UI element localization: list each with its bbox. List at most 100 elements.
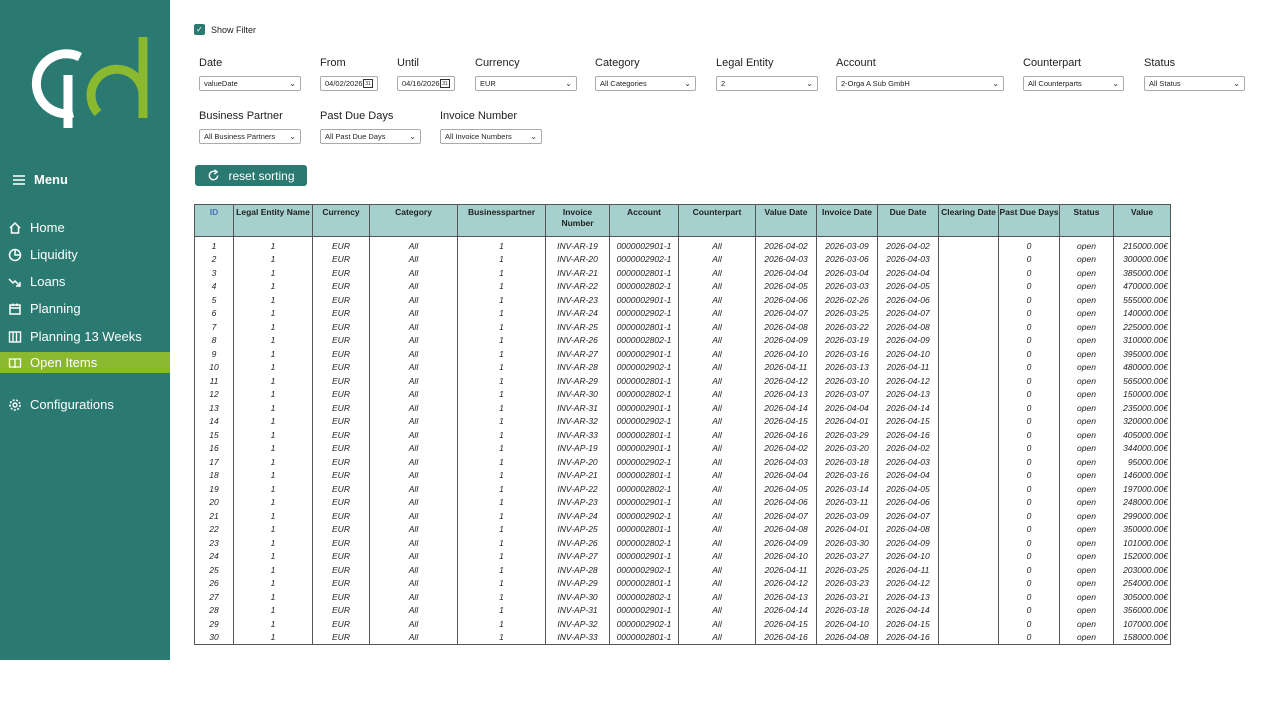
table-row[interactable]: 16 1 EUR All 1 INV-AP-19 0000002901-1 All 2026-0…: [194, 442, 1171, 456]
invoice-number-select[interactable]: All Invoice Numbers ⌄: [440, 129, 542, 144]
column-header[interactable]: Clearing Date: [938, 204, 999, 237]
table-row[interactable]: 8 1 EUR All 1 INV-AR-26 0000002802-1 All 2026-04…: [194, 334, 1171, 348]
table-row[interactable]: 4 1 EUR All 1 INV-AR-22 0000002802-1 All 2026-04…: [194, 280, 1171, 294]
column-header[interactable]: Businesspartner: [457, 204, 546, 237]
table-cell: All: [678, 401, 756, 415]
status-select[interactable]: All Status ⌄: [1144, 76, 1245, 91]
nav-item-loans[interactable]: Loans: [0, 271, 170, 292]
column-header[interactable]: ID: [194, 204, 234, 237]
table-cell: 2026-04-02: [877, 442, 939, 456]
table-row[interactable]: 27 1 EUR All 1 INV-AP-30 0000002802-1 All 2026-0…: [194, 590, 1171, 604]
table-row[interactable]: 30 1 EUR All 1 INV-AP-33 0000002801-1 All 2026-0…: [194, 631, 1171, 645]
until-date-input[interactable]: 04/16/2026 31: [397, 76, 455, 91]
column-header[interactable]: Account: [609, 204, 679, 237]
table-cell: INV-AR-32: [545, 415, 610, 429]
column-header[interactable]: Legal Entity Name: [233, 204, 313, 237]
show-filter-toggle[interactable]: ✓ Show Filter: [194, 24, 256, 35]
table-row[interactable]: 24 1 EUR All 1 INV-AP-27 0000002901-1 All 2026-0…: [194, 550, 1171, 564]
table-cell: 0000002802-1: [609, 590, 679, 604]
table-row[interactable]: 12 1 EUR All 1 INV-AR-30 0000002802-1 All 2026-0…: [194, 388, 1171, 402]
table-cell: 2026-04-08: [755, 320, 817, 334]
table-cell: 320000.00€: [1113, 415, 1171, 429]
table-cell: INV-AP-31: [545, 604, 610, 618]
table-cell: 0000002901-1: [609, 496, 679, 510]
column-header[interactable]: Invoice Date: [816, 204, 878, 237]
table-cell: 2026-04-15: [877, 617, 939, 631]
column-header[interactable]: Due Date: [877, 204, 939, 237]
counterpart-select[interactable]: All Counterparts ⌄: [1023, 76, 1124, 91]
menu-label: Menu: [34, 172, 68, 187]
table-row[interactable]: 28 1 EUR All 1 INV-AP-31 0000002901-1 All 2026-0…: [194, 604, 1171, 618]
date-select[interactable]: valueDate ⌄: [199, 76, 301, 91]
column-header[interactable]: Category: [369, 204, 458, 237]
column-header[interactable]: Currency: [312, 204, 370, 237]
table-row[interactable]: 19 1 EUR All 1 INV-AP-22 0000002802-1 All 2026-0…: [194, 482, 1171, 496]
table-cell: 1: [457, 496, 546, 510]
reset-sorting-button[interactable]: reset sorting: [195, 165, 307, 186]
table-row[interactable]: 29 1 EUR All 1 INV-AP-32 0000002902-1 All 2026-0…: [194, 617, 1171, 631]
table-cell: INV-AR-24: [545, 307, 610, 321]
table-cell: All: [678, 523, 756, 537]
table-row[interactable]: 25 1 EUR All 1 INV-AP-28 0000002902-1 All 2026-0…: [194, 563, 1171, 577]
nav-item-label: Liquidity: [30, 247, 78, 262]
nav-item-home[interactable]: Home: [0, 217, 170, 238]
table-cell: 0000002901-1: [609, 236, 679, 253]
table-cell: 2026-04-09: [877, 536, 939, 550]
category-select[interactable]: All Categories ⌄: [595, 76, 696, 91]
nav-item-liquidity[interactable]: Liquidity: [0, 244, 170, 265]
table-row[interactable]: 7 1 EUR All 1 INV-AR-25 0000002801-1 All 2026-04…: [194, 320, 1171, 334]
table-cell: 101000.00€: [1113, 536, 1171, 550]
table-cell: All: [678, 236, 756, 253]
table-row[interactable]: 5 1 EUR All 1 INV-AR-23 0000002901-1 All 2026-04…: [194, 293, 1171, 307]
table-cell: 15: [194, 428, 234, 442]
menu-header[interactable]: Menu: [12, 172, 68, 187]
nav-item-open-items[interactable]: Open Items: [0, 352, 170, 373]
account-select[interactable]: 2-Orga A Sub GmbH ⌄: [836, 76, 1004, 91]
column-header[interactable]: Value: [1113, 204, 1171, 237]
table-cell: INV-AP-25: [545, 523, 610, 537]
nav-item-planning-13-weeks[interactable]: Planning 13 Weeks: [0, 326, 170, 347]
table-row[interactable]: 21 1 EUR All 1 INV-AP-24 0000002902-1 All 2026-0…: [194, 509, 1171, 523]
table-row[interactable]: 10 1 EUR All 1 INV-AR-28 0000002902-1 All 2026-0…: [194, 361, 1171, 375]
calendar-icon[interactable]: 31: [363, 79, 373, 88]
legal-entity-select[interactable]: 2 ⌄: [716, 76, 818, 91]
nav-item-planning[interactable]: Planning: [0, 298, 170, 319]
table-row[interactable]: 6 1 EUR All 1 INV-AR-24 0000002902-1 All 2026-04…: [194, 307, 1171, 321]
table-row[interactable]: 3 1 EUR All 1 INV-AR-21 0000002801-1 All 2026-04…: [194, 266, 1171, 280]
table-row[interactable]: 26 1 EUR All 1 INV-AP-29 0000002801-1 All 2026-0…: [194, 577, 1171, 591]
table-cell: 2026-04-16: [877, 428, 939, 442]
table-cell: 2026-03-04: [816, 266, 878, 280]
from-date-input[interactable]: 04/02/2026 31: [320, 76, 378, 91]
table-row[interactable]: 1 1 EUR All 1 INV-AR-19 0000002901-1 All 2026-04…: [194, 236, 1171, 253]
past-due-days-select[interactable]: All Past Due Days ⌄: [320, 129, 421, 144]
table-row[interactable]: 9 1 EUR All 1 INV-AR-27 0000002901-1 All 2026-04…: [194, 347, 1171, 361]
column-header[interactable]: Status: [1059, 204, 1114, 237]
filter-label: Currency: [475, 57, 520, 69]
table-cell: INV-AP-21: [545, 469, 610, 483]
table-row[interactable]: 17 1 EUR All 1 INV-AP-20 0000002902-1 All 2026-0…: [194, 455, 1171, 469]
table-cell: open: [1059, 428, 1114, 442]
nav-item-configurations[interactable]: Configurations: [0, 394, 170, 415]
table-row[interactable]: 23 1 EUR All 1 INV-AP-26 0000002802-1 All 2026-0…: [194, 536, 1171, 550]
table-row[interactable]: 2 1 EUR All 1 INV-AR-20 0000002902-1 All 2026-04…: [194, 253, 1171, 267]
calendar-icon: [9, 303, 21, 315]
table-row[interactable]: 20 1 EUR All 1 INV-AP-23 0000002901-1 All 2026-0…: [194, 496, 1171, 510]
table-row[interactable]: 15 1 EUR All 1 INV-AR-33 0000002801-1 All 2026-0…: [194, 428, 1171, 442]
column-header[interactable]: Invoice Number: [545, 204, 610, 237]
table-row[interactable]: 18 1 EUR All 1 INV-AP-21 0000002801-1 All 2026-0…: [194, 469, 1171, 483]
table-row[interactable]: 22 1 EUR All 1 INV-AP-25 0000002801-1 All 2026-0…: [194, 523, 1171, 537]
table-row[interactable]: 11 1 EUR All 1 INV-AR-29 0000002801-1 All 2026-0…: [194, 374, 1171, 388]
calendar-icon[interactable]: 31: [440, 79, 450, 88]
table-cell: INV-AR-30: [545, 388, 610, 402]
column-header[interactable]: Counterpart: [678, 204, 756, 237]
business-partner-select[interactable]: All Business Partners ⌄: [199, 129, 301, 144]
table-cell: open: [1059, 442, 1114, 456]
column-header[interactable]: Past Due Days: [998, 204, 1060, 237]
filter-until: Until 04/16/2026 31: [397, 57, 455, 91]
table-row[interactable]: 14 1 EUR All 1 INV-AR-32 0000002902-1 All 2026-0…: [194, 415, 1171, 429]
table-cell: All: [369, 509, 458, 523]
column-header[interactable]: Value Date: [755, 204, 817, 237]
currency-select[interactable]: EUR ⌄: [475, 76, 577, 91]
table-row[interactable]: 13 1 EUR All 1 INV-AR-31 0000002901-1 All 2026-0…: [194, 401, 1171, 415]
check-icon[interactable]: ✓: [194, 24, 205, 35]
